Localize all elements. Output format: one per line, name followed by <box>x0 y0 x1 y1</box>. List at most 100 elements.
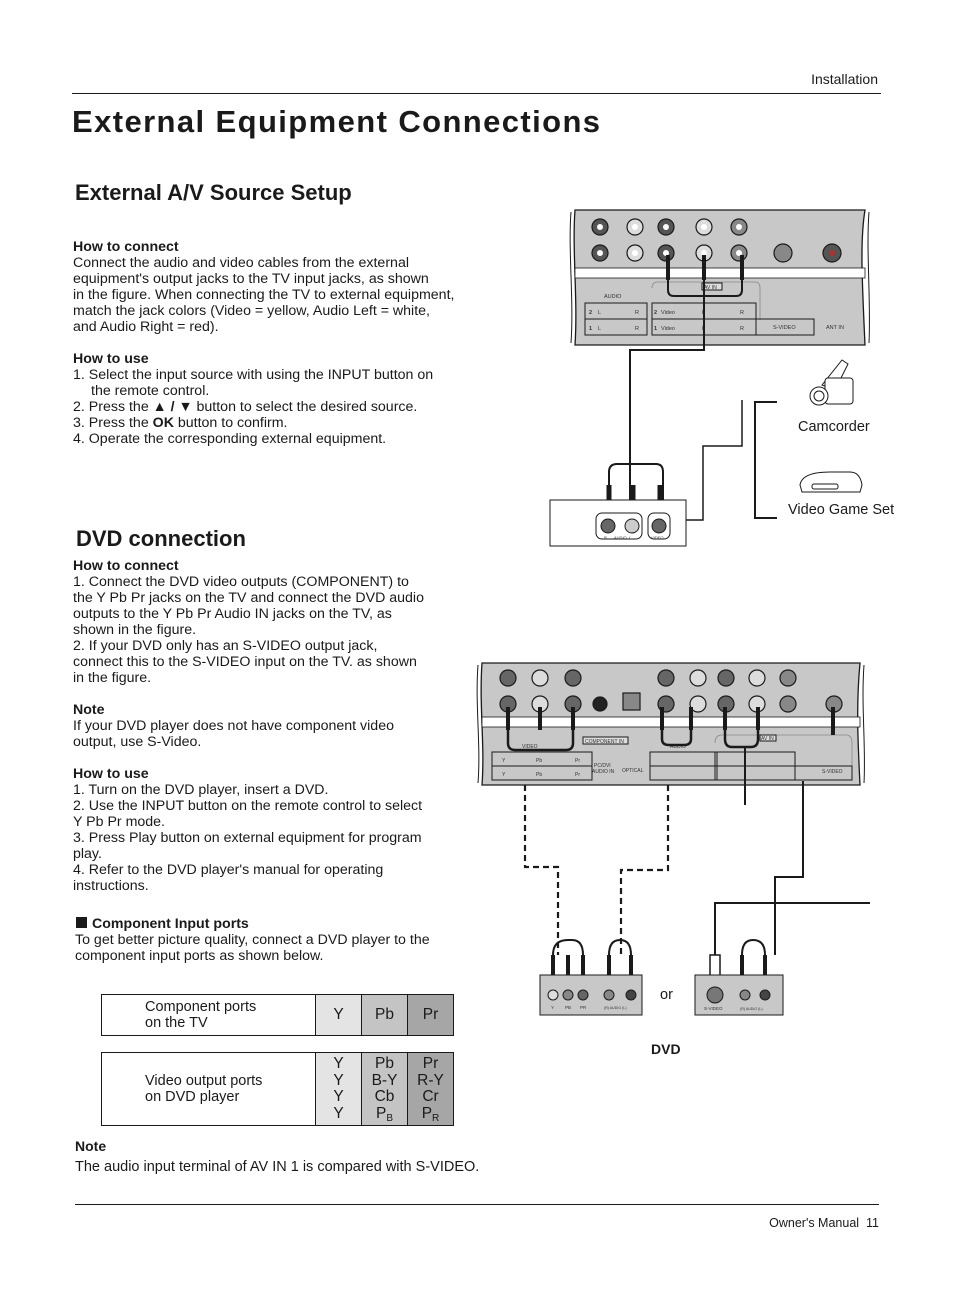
r-label: R <box>740 310 744 316</box>
text: P <box>375 1104 387 1122</box>
svideo-label: S-VIDEO <box>822 769 843 775</box>
svideo-label: S-VIDEO <box>773 325 796 331</box>
square-bullet-icon <box>76 917 87 928</box>
text: Y <box>333 1071 344 1089</box>
text: P <box>421 1104 433 1122</box>
text: Pr <box>422 1055 439 1072</box>
av-connect-line: Connect the audio and video cables from … <box>73 255 409 271</box>
video-label: Video <box>661 310 675 316</box>
dvd-connect-line: connect this to the S-VIDEO input on the… <box>73 654 417 670</box>
av-use-step-2: 2. Press the ▲ / ▼ button to select the … <box>73 399 513 415</box>
row-2-label: 2 <box>589 310 592 316</box>
dvd-note-line: If your DVD player does not have compone… <box>73 718 394 734</box>
text: B-Y <box>371 1071 398 1089</box>
text: Y <box>333 1088 344 1105</box>
footer-rule <box>75 1204 879 1205</box>
dvd-label: DVD <box>651 1041 681 1057</box>
dvd-use-line: 2. Use the INPUT button on the remote co… <box>73 798 423 814</box>
text: button to select the desired source. <box>192 399 418 415</box>
r-label: R <box>604 535 607 540</box>
av-connect-line: and Audio Right = red). <box>73 319 219 335</box>
dvd-port-y: YYYY <box>315 1053 361 1125</box>
component-heading: Component Input ports <box>73 916 473 932</box>
pr-label: PR <box>580 1005 587 1010</box>
tv-port-y: Y <box>315 995 361 1035</box>
pr-label: Pr <box>575 772 580 778</box>
subscript: B <box>386 1112 393 1124</box>
av-use-step-4: 4. Operate the corresponding external eq… <box>73 431 387 447</box>
dvd-use-line: 4. Refer to the DVD player's manual for … <box>73 862 384 878</box>
audio-in-label: AUDIO IN <box>592 769 615 775</box>
text: Component ports <box>145 999 257 1015</box>
dvd-use-line: Y Pb Pr mode. <box>73 814 166 830</box>
component-in-label: COMPONENT IN <box>585 739 624 745</box>
dvd-use-line: 1. Turn on the DVD player, insert a DVD. <box>73 782 329 798</box>
dvd-text: How to connect 1. Connect the DVD video … <box>73 558 473 964</box>
text: 2. Press the <box>73 399 153 415</box>
audio-label: (R) AUDIO (L) <box>604 1006 627 1010</box>
pb-label: PB <box>565 1005 571 1010</box>
dvd-connect-heading: How to connect <box>73 558 179 574</box>
av-connect-line: in the figure. When connecting the TV to… <box>73 287 455 303</box>
tv-ports-label: Component ports on the TV <box>102 995 315 1035</box>
header-rule <box>72 93 881 94</box>
component-heading-text: Component Input ports <box>92 916 249 932</box>
or-label: or <box>660 987 673 1003</box>
text: Y <box>333 1055 344 1072</box>
av-use-step-1: 1. Select the input source with using th… <box>73 367 434 383</box>
text: Cr <box>422 1088 439 1105</box>
av-source-box: R AUDIO L VIDEO <box>549 499 687 547</box>
dvd-port-pb: Pb B-Y Cb PB <box>361 1053 407 1125</box>
dvd-output-ports-table: Video output ports on DVD player YYYY Pb B… <box>101 1052 454 1126</box>
text: Pb <box>375 1055 394 1072</box>
av-in-label: AV IN <box>761 736 774 742</box>
av-connect-heading: How to connect <box>73 239 179 255</box>
dvd-heading: DVD connection <box>76 526 246 551</box>
video-label: VIDEO <box>651 535 663 540</box>
svideo-jack <box>773 243 793 263</box>
pr-label: Pr <box>575 758 580 764</box>
page-footer: Owner's Manual 11 <box>769 1216 879 1230</box>
dvd-connect-line: outputs to the Y Pb Pr Audio IN jacks on… <box>73 606 392 622</box>
game-console-icon <box>799 471 863 493</box>
text: button to confirm. <box>173 415 288 431</box>
svideo-label: S-VIDEO <box>704 1006 723 1011</box>
dvd-connect-line: the Y Pb Pr jacks on the TV and connect … <box>73 590 424 606</box>
text: PB <box>375 1104 393 1124</box>
dvd-svideo-box: S-VIDEO (R) AUDIO (L) <box>694 974 784 1016</box>
text: Y <box>333 1104 344 1122</box>
l-label: L <box>598 326 601 332</box>
dvd-component-box: Y PB PR (R) AUDIO (L) <box>539 974 643 1016</box>
subscript: R <box>432 1112 440 1124</box>
ok-label: OK <box>152 415 174 431</box>
dvd-connect-line: 1. Connect the DVD video outputs (COMPON… <box>73 574 409 590</box>
dvd-use-line: 3. Press Play button on external equipme… <box>73 830 422 846</box>
camcorder-icon <box>809 359 854 406</box>
footer-note-heading: Note <box>75 1138 107 1154</box>
dvd-port-pr: Pr R-Y Cr PR <box>407 1053 453 1125</box>
text: Video output ports <box>145 1073 263 1089</box>
pb-label: Pb <box>536 772 542 778</box>
dvd-note-heading: Note <box>73 702 105 718</box>
dvd-use-line: play. <box>73 846 102 862</box>
dvd-connect-line: in the figure. <box>73 670 152 686</box>
row-1-label: 1 <box>589 326 592 332</box>
text: 3. Press the <box>73 415 153 431</box>
component-line: To get better picture quality, connect a… <box>75 932 430 948</box>
text: on the TV <box>145 1015 208 1031</box>
panel-audio-label: AUDIO <box>604 294 622 300</box>
tv-rear-panel: AUDIO AV IN 2 L R 1 L R 2 Video L R 1 Vi… <box>569 209 870 346</box>
av-use-heading: How to use <box>73 351 149 367</box>
panel-av-in-label: AV IN <box>704 285 717 291</box>
av-setup-heading: External A/V Source Setup <box>75 180 352 205</box>
camcorder-label: Camcorder <box>798 419 870 435</box>
text: PR <box>421 1104 440 1124</box>
text: on DVD player <box>145 1089 240 1105</box>
r-label: R <box>635 310 639 316</box>
dvd-use-line: instructions. <box>73 878 149 894</box>
dvd-note-line: output, use S-Video. <box>73 734 202 750</box>
l-label: L <box>598 310 601 316</box>
component-line: component input ports as shown below. <box>75 948 324 964</box>
av-setup-text: How to connect Connect the audio and vid… <box>73 239 513 447</box>
dvd-connection-diagram: VIDEO COMPONENT IN Y Pb Pr Y Pb Pr PC/DV… <box>476 662 870 1016</box>
